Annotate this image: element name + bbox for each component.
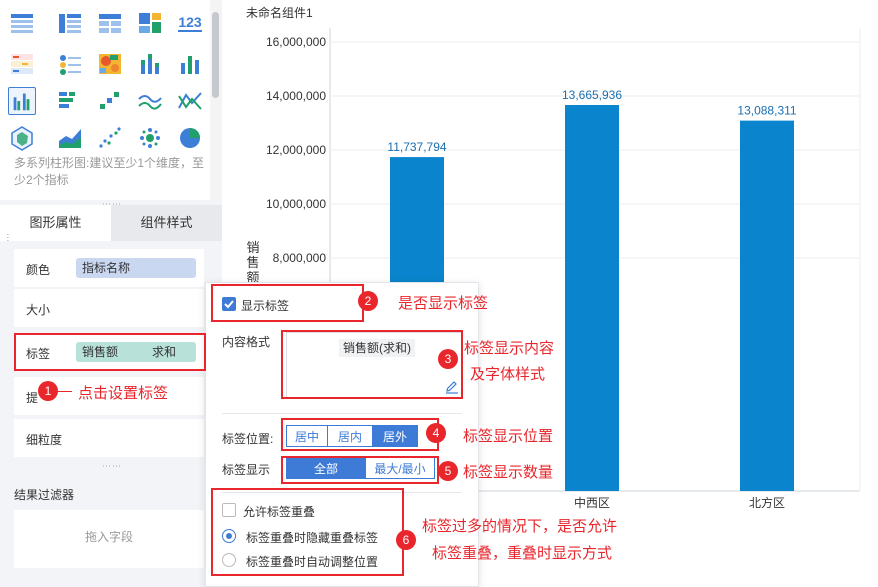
bar-value-label: 11,737,794 [387,140,446,154]
annotation-text-2: 是否显示标签 [398,295,489,312]
heat-map-icon[interactable] [96,50,124,78]
y-tick-label: 10,000,000 [266,197,326,211]
scatter-bar-icon[interactable] [96,87,124,115]
annotation-badge-1: 1 [38,381,58,401]
popup-divider [222,413,462,414]
label-position-label: 标签位置: [222,432,274,446]
radar-chart-icon[interactable] [8,124,36,152]
x-tick-label: 中西区 [574,495,610,510]
kpi-number-icon[interactable]: 123 [176,9,204,37]
annotation-text-1: 点击设置标签 [78,385,169,402]
annotation-text-6a: 标签过多的情况下，是否允许 [422,518,618,535]
y-axis-label: 销售额 [246,241,259,286]
content-format-label: 内容格式 [222,335,271,349]
prop-color-row[interactable]: 颜色 指标名称 [14,249,204,287]
bar-value-label: 13,665,936 [562,88,622,102]
property-tabs: 图形属性 组件样式 [0,205,222,241]
bar-chart-icon[interactable] [176,50,204,78]
chart-type-description: 多系列柱形图:建议至少1个维度，至少2个指标 [14,156,205,187]
prop-granularity-label: 细粒度 [26,433,63,447]
horizontal-bar-icon[interactable] [56,87,84,115]
chart-title: 未命名组件1 [246,5,313,20]
chart-type-scrollbar[interactable] [210,0,222,200]
annotation-box-content [281,330,463,399]
annotation-text-3a: 标签显示内容 [464,340,555,357]
table-icon[interactable] [8,9,36,37]
y-tick-label: 14,000,000 [266,89,326,103]
bar-2 [565,105,619,492]
y-tick-label: 12,000,000 [266,143,326,157]
prop-size-row[interactable]: 大小 [14,289,204,327]
y-tick-label: 8,000,000 [273,251,327,265]
color-field-pill[interactable]: 指标名称 [76,258,196,278]
annotation-box-show-label [211,284,364,322]
annotation-text-4: 标签显示位置 [463,428,554,445]
annotation-box-position [281,418,439,451]
annotation-text-5: 标签显示数量 [463,464,554,481]
prop-size-label: 大小 [26,303,51,317]
tab-shape-properties[interactable]: 图形属性 [0,205,111,241]
annotation-badge-2: 2 [358,291,378,311]
annotation-badge-3: 3 [438,349,458,369]
detail-table-icon[interactable] [96,9,124,37]
multi-series-bar-icon[interactable] [8,87,36,115]
number-grid-icon[interactable] [8,50,36,78]
combo-line-icon[interactable] [176,87,204,115]
bubble-chart-icon[interactable] [136,124,164,152]
area-chart-icon[interactable] [56,124,84,152]
annotation-badge-5: 5 [438,461,458,481]
prop-granularity-row[interactable]: 细粒度 [14,419,204,457]
annotation-text-3b: 及字体样式 [470,366,546,383]
tab-component-style[interactable]: 组件样式 [111,205,222,241]
label-display-label: 标签显示 [222,463,271,477]
annotation-box-display [281,456,439,484]
drop-zone-hint: 拖入字段 [84,530,133,544]
prop-color-label: 颜色 [26,263,51,277]
tree-map-icon[interactable] [136,9,164,37]
left-panel: 123 多系列柱形图:建议至少1个维度，至少2个指标 ⋯⋯ 图形属性 组件样式 … [0,0,222,587]
bar-value-label: 13,088,311 [737,104,796,118]
annotation-box-label [14,333,206,371]
y-tick-label: 16,000,000 [266,35,326,49]
prop-tooltip-label: 提 [26,391,39,405]
pie-chart-icon[interactable] [176,124,204,152]
filter-drop-zone[interactable]: 拖入字段 [14,510,204,568]
filter-splitter[interactable]: ⋯⋯ [102,461,122,472]
annotation-badge-6: 6 [396,530,416,550]
bar-3 [740,120,794,491]
stacked-bar-icon[interactable] [136,50,164,78]
scrollbar-thumb[interactable] [212,12,219,98]
annotation-box-overlap [211,488,404,576]
line-chart-icon[interactable] [136,87,164,115]
annotation-badge-4: 4 [426,423,446,443]
scatter-plot-icon[interactable] [96,124,124,152]
cross-table-icon[interactable] [56,9,84,37]
x-tick-label: 北方区 [749,495,785,510]
kpi-number-text: 123 [178,14,202,32]
annotation-text-6b: 标签重叠，重叠时显示方式 [432,545,613,562]
result-filter-title: 结果过滤器 [14,488,75,502]
dashboard-list-icon[interactable] [56,50,84,78]
annotation-line [58,391,72,392]
